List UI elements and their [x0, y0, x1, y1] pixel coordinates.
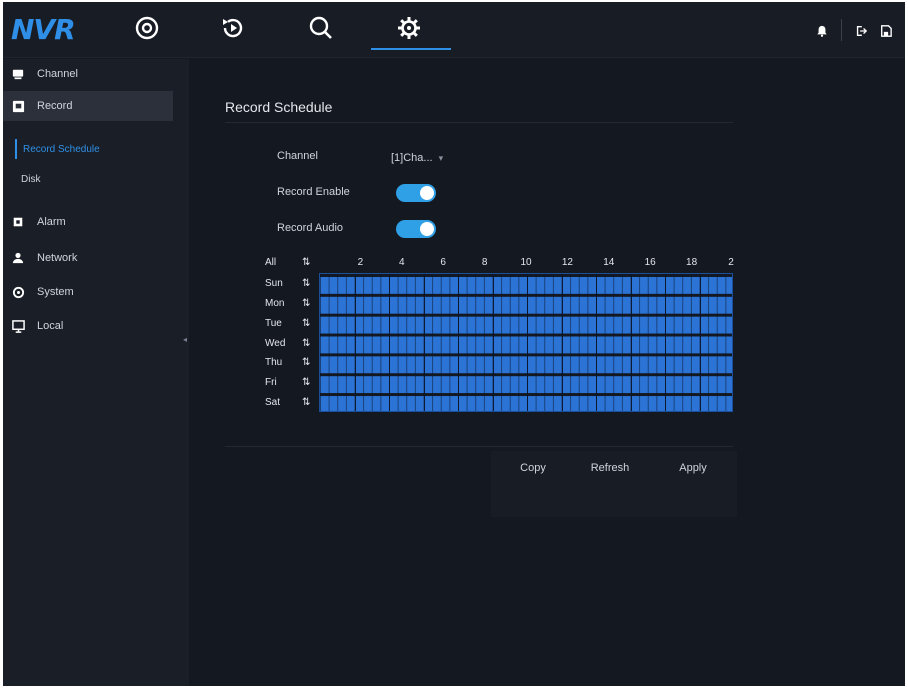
record-audio-label: Record Audio — [277, 222, 344, 234]
monitor-icon — [11, 319, 25, 333]
target-icon — [134, 15, 160, 46]
schedule-cells[interactable] — [319, 273, 733, 412]
hour-label: 8 — [481, 257, 488, 268]
sidebar-item-record[interactable]: Record — [3, 91, 173, 121]
sidebar-item-label: Network — [37, 252, 78, 264]
sidebar-item-local[interactable]: Local — [3, 311, 173, 341]
channel-select-value: [1]Cha... — [391, 152, 433, 164]
record-enable-toggle[interactable] — [396, 184, 436, 202]
day-label: Fri — [265, 377, 277, 389]
hour-gridline — [458, 274, 459, 411]
sidebar-item-label: System — [37, 286, 74, 298]
sidebar-item-network[interactable]: Network — [3, 243, 173, 273]
hour-label: 6 — [440, 257, 446, 268]
day-label: Mon — [265, 297, 285, 309]
bottom-divider — [225, 446, 733, 447]
day-label: Tue — [265, 317, 282, 329]
hour-label: 2 — [728, 257, 734, 268]
sync-all-icon[interactable]: ⇅ — [302, 257, 310, 268]
hour-gridline — [699, 274, 701, 411]
save-icon[interactable] — [879, 24, 893, 38]
sidebar-item-system[interactable]: System — [3, 277, 173, 307]
bell-icon[interactable] — [815, 24, 829, 38]
playback-icon — [220, 15, 246, 46]
day-label: Sat — [265, 397, 281, 409]
nvr-logo: NVR — [11, 13, 76, 46]
day-sync-icon[interactable]: ⇅ — [302, 318, 310, 329]
search-button[interactable] — [301, 10, 341, 50]
settings-button[interactable] — [389, 10, 429, 50]
nvr-window: NVR Channel Record Record Schedule Disk … — [3, 2, 905, 686]
hour-label: 14 — [603, 257, 615, 268]
sidebar: Channel Record Record Schedule Disk Alar… — [3, 59, 189, 686]
gear-icon — [396, 15, 422, 46]
hour-gridline — [389, 274, 390, 411]
refresh-button[interactable]: Refresh — [585, 458, 635, 478]
sidebar-item-label: Alarm — [37, 216, 66, 228]
day-label: Thu — [265, 357, 283, 369]
alarm-icon — [11, 215, 25, 229]
sidebar-item-alarm[interactable]: Alarm — [3, 207, 173, 237]
hour-gridline — [423, 274, 425, 411]
day-sync-icon[interactable]: ⇅ — [302, 338, 310, 349]
sidebar-subitem-record-schedule[interactable]: Record Schedule — [15, 139, 100, 159]
search-icon — [308, 15, 334, 46]
hour-gridline — [630, 274, 632, 411]
day-sync-icon[interactable]: ⇅ — [302, 357, 310, 368]
copy-button[interactable]: Copy — [513, 458, 553, 478]
day-sync-icon[interactable]: ⇅ — [302, 298, 310, 309]
sidebar-subitem-disk[interactable]: Disk — [15, 169, 40, 189]
hour-gridline — [561, 274, 563, 411]
hour-label: 2 — [357, 257, 364, 268]
hour-gridline — [492, 274, 494, 411]
sidebar-item-channel[interactable]: Channel — [3, 59, 173, 89]
apply-button[interactable]: Apply — [673, 458, 713, 478]
main-panel: Record Schedule Channel [1]Cha... ▾ Reco… — [195, 59, 905, 686]
record-icon — [11, 99, 25, 113]
top-bar: NVR — [3, 2, 905, 58]
sidebar-item-label: Channel — [37, 68, 78, 80]
day-sync-icon[interactable]: ⇅ — [302, 397, 310, 408]
camera-icon — [11, 67, 25, 81]
toggle-knob — [420, 186, 434, 200]
day-sync-icon[interactable]: ⇅ — [302, 377, 310, 388]
hour-label: 4 — [399, 257, 405, 268]
hour-label: 18 — [686, 257, 698, 268]
hour-gridline — [354, 274, 356, 411]
sidebar-item-label: Record — [37, 100, 73, 112]
hour-gridline — [596, 274, 597, 411]
live-view-button[interactable] — [127, 10, 167, 50]
logout-icon[interactable] — [854, 24, 868, 38]
chevron-down-icon: ▾ — [438, 152, 444, 163]
toggle-knob — [420, 222, 434, 236]
all-days-label: All — [265, 257, 277, 268]
record-enable-label: Record Enable — [277, 186, 350, 198]
channel-select[interactable]: [1]Cha... ▾ — [391, 148, 467, 168]
collapse-sidebar-icon[interactable]: ◂ — [183, 335, 189, 345]
sidebar-item-label: Local — [37, 320, 64, 332]
day-label: Wed — [265, 337, 286, 349]
hour-label: 16 — [644, 257, 656, 268]
record-audio-toggle[interactable] — [396, 220, 436, 238]
day-label: Sun — [265, 278, 283, 289]
hour-gridline — [665, 274, 666, 411]
hour-gridline — [527, 274, 528, 411]
hour-label: 12 — [561, 257, 573, 268]
page-title: Record Schedule — [225, 99, 333, 115]
top-divider — [841, 19, 842, 41]
hour-label: 10 — [520, 257, 532, 268]
playback-button[interactable] — [213, 10, 253, 50]
active-tab-indicator — [371, 48, 451, 50]
record-schedule-grid: All ⇅ 2 4 6 8 10 12 14 16 18 2 Sun ⇅ Mon ⇅ Tue ⇅ Wed ⇅ Th… — [265, 255, 735, 415]
title-divider — [225, 122, 733, 123]
day-sync-icon[interactable]: ⇅ — [302, 278, 310, 289]
network-icon — [11, 251, 25, 265]
system-icon — [11, 285, 25, 299]
channel-label: Channel — [277, 150, 318, 162]
